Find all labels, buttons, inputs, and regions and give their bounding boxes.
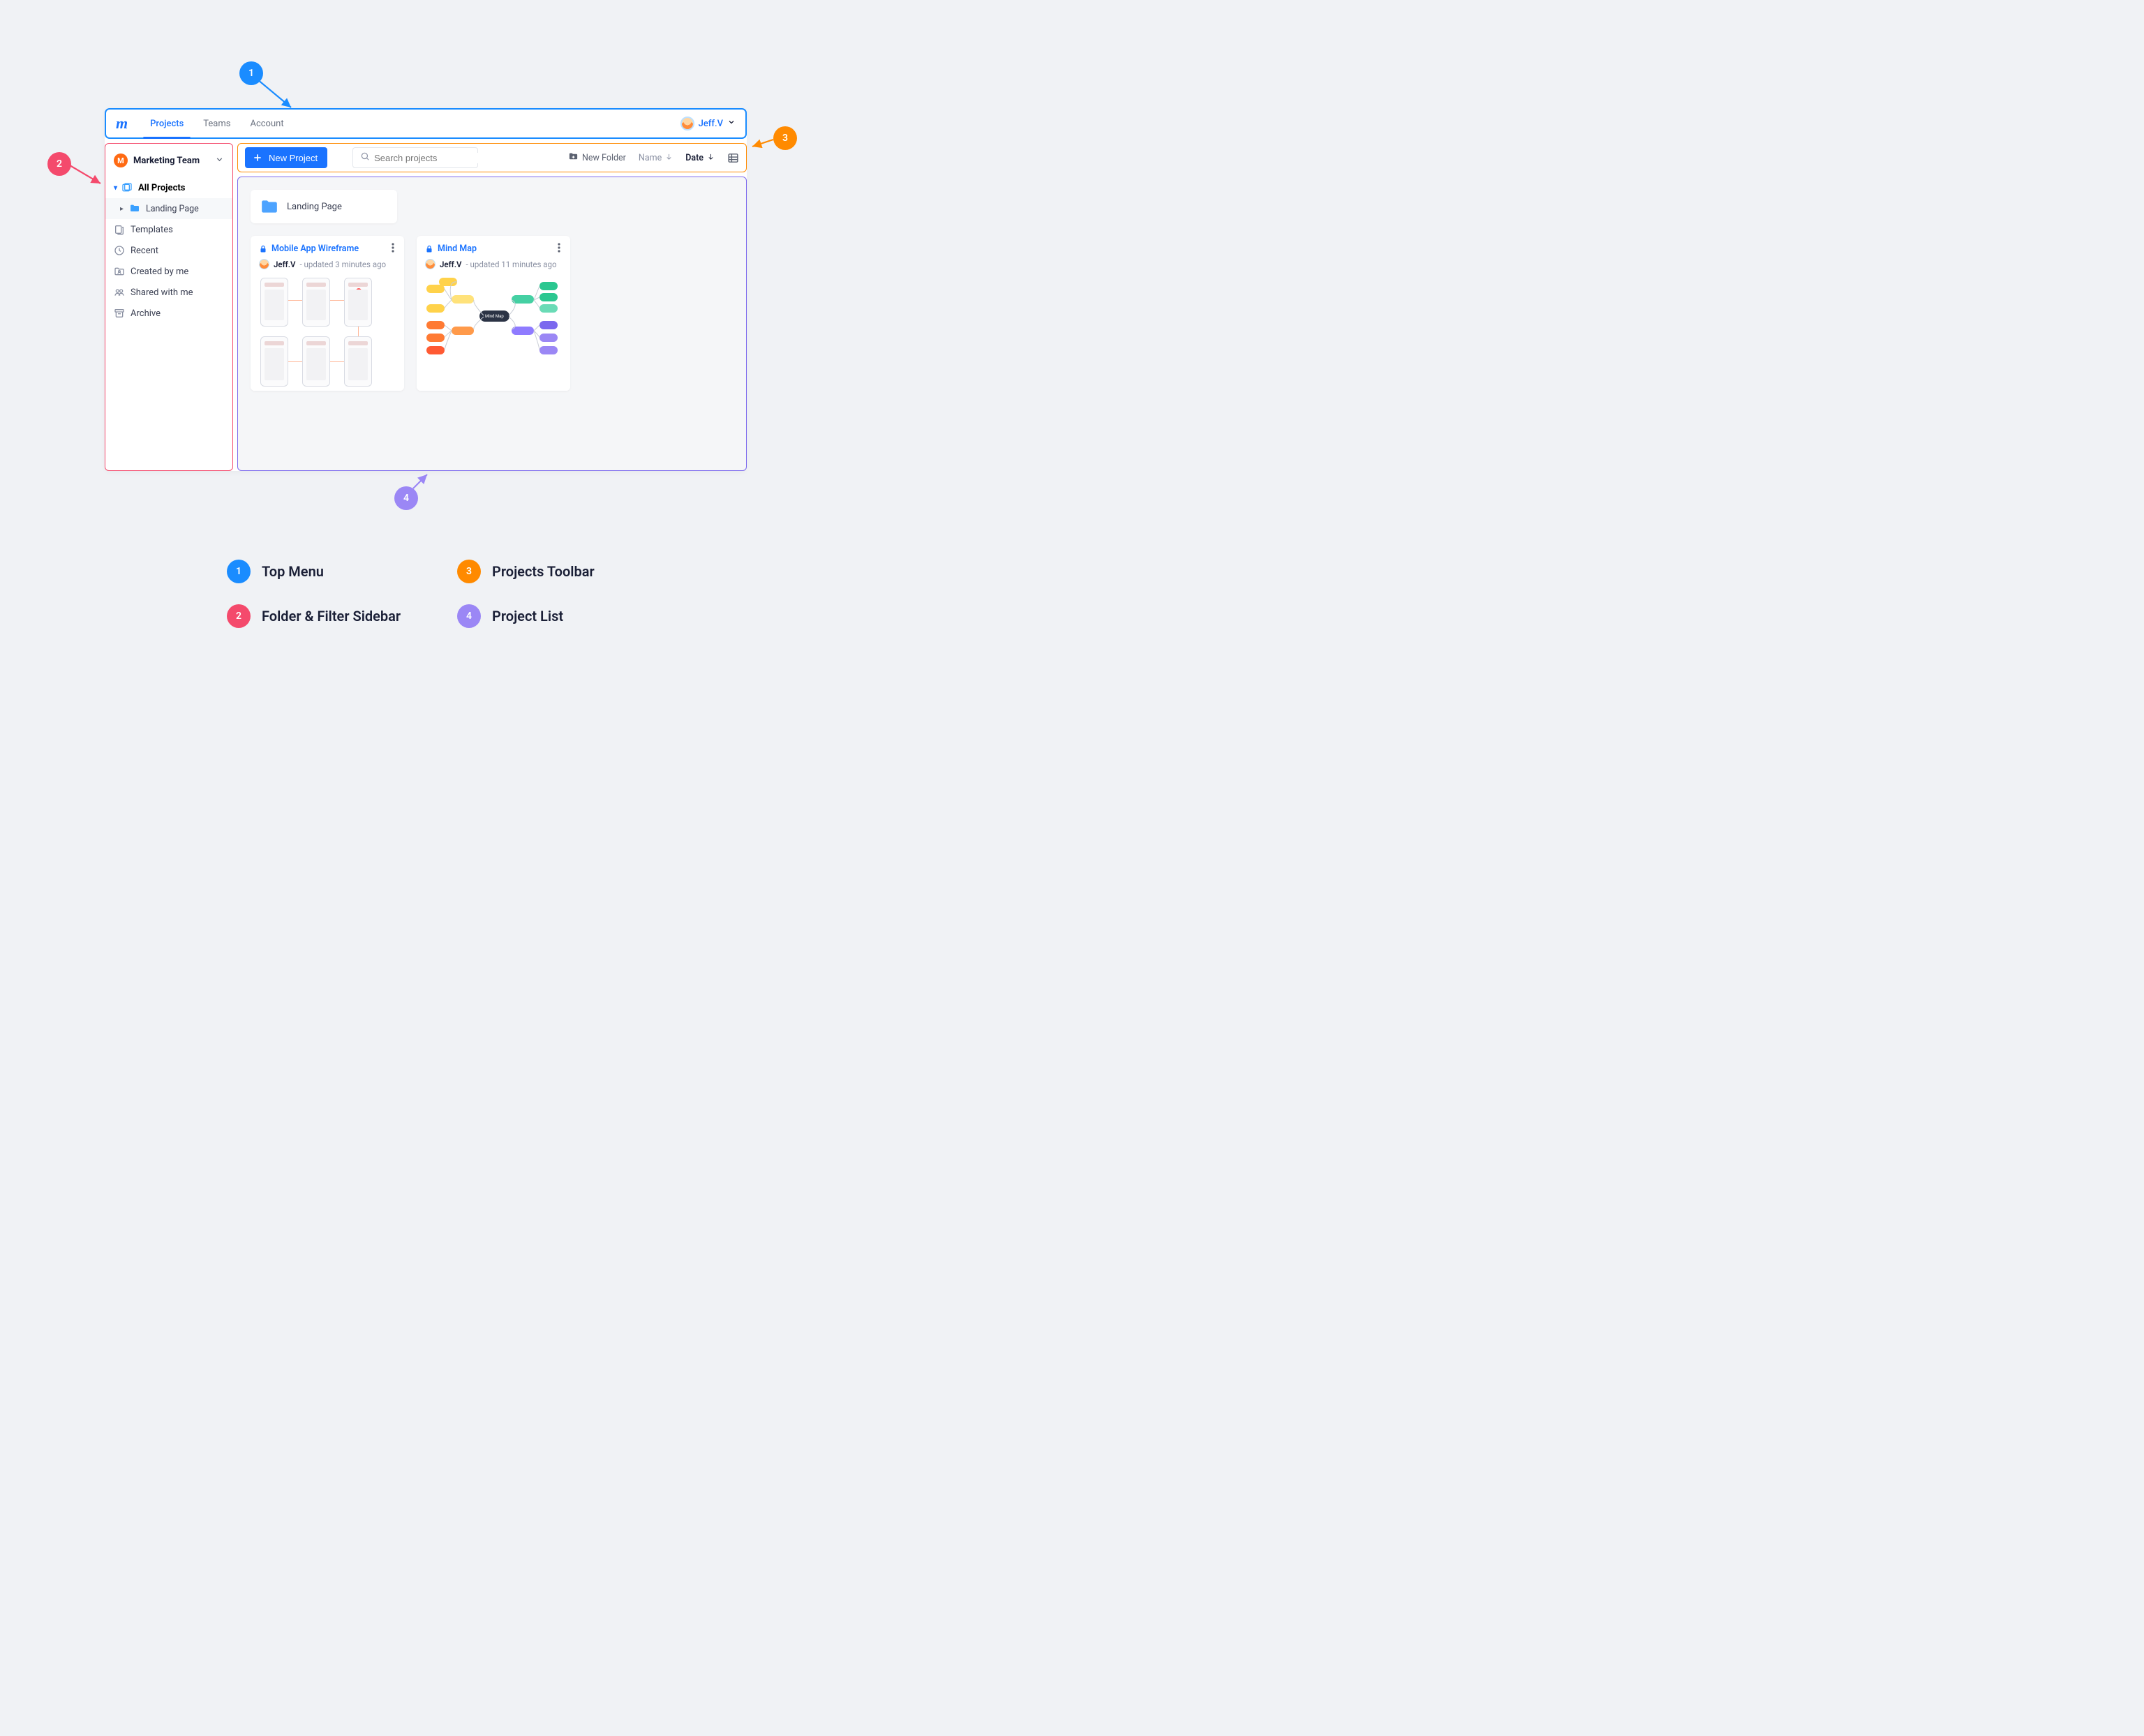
callout-badge-4: 4 [394,486,418,510]
arrow-down-icon [707,153,715,163]
legend-item-3: 3 Projects Toolbar [457,560,667,583]
landing-page-label: Landing Page [146,204,199,214]
search-input[interactable] [374,153,497,163]
card-updated: - updated 3 minutes ago [300,260,387,269]
more-menu-button[interactable] [556,243,562,255]
sidebar-item-shared-with-me[interactable]: Shared with me [105,282,232,303]
new-project-button[interactable]: New Project [245,147,327,168]
avatar [259,259,269,269]
arrow-to-topmenu [256,78,298,112]
team-name: Marketing Team [133,156,200,166]
sidebar-item-archive[interactable]: Archive [105,303,232,324]
arrow-to-sidebar [68,164,106,189]
legend-text-2: Folder & Filter Sidebar [262,608,401,624]
legend-item-1: 1 Top Menu [227,560,436,583]
legend-item-2: 2 Folder & Filter Sidebar [227,604,436,628]
legend-text-3: Projects Toolbar [492,563,595,580]
card-meta: Jeff.V - updated 3 minutes ago [259,259,396,269]
projects-toolbar: New Project New Folder [237,143,747,172]
legend-badge-3: 3 [457,560,481,583]
recent-label: Recent [131,246,158,256]
project-card-wireframe[interactable]: Mobile App Wireframe Jeff.V - updated 3 … [251,236,404,391]
sidebar-item-all-projects[interactable]: ▾ All Projects [105,177,232,198]
created-by-me-label: Created by me [131,267,188,277]
lock-icon [259,245,267,253]
sort-date-label: Date [685,153,704,163]
shared-with-me-label: Shared with me [131,287,193,298]
legend-badge-4: 4 [457,604,481,628]
card-title: Mobile App Wireframe [271,244,359,254]
sidebar-item-templates[interactable]: Templates [105,219,232,240]
list-view-toggle[interactable] [727,152,739,164]
more-menu-button[interactable] [390,243,396,255]
legend: 1 Top Menu 3 Projects Toolbar 2 Folder &… [227,560,667,628]
callout-badge-3: 3 [773,126,797,150]
team-badge: M [114,154,128,167]
sidebar-item-created-by-me[interactable]: Created by me [105,261,232,282]
card-updated: - updated 11 minutes ago [466,260,557,269]
card-thumbnail [251,272,404,391]
legend-text-4: Project List [492,608,563,624]
card-thumbnail: Mind Map [417,272,570,391]
folder-icon [129,203,140,214]
caret-down-icon: ▾ [114,184,117,192]
chevron-down-icon [215,155,224,167]
legend-badge-2: 2 [227,604,251,628]
new-folder-label: New Folder [582,153,626,163]
card-author: Jeff.V [274,260,296,269]
search-icon [360,151,370,164]
folder-name: Landing Page [287,202,342,212]
sort-name-label: Name [639,153,662,163]
sidebar-subitem-landing-page[interactable]: Landing Page [105,198,232,219]
tab-projects[interactable]: Projects [140,110,193,137]
user-name: Jeff.V [699,119,723,129]
plus-icon [252,152,263,163]
avatar [680,117,694,130]
card-author: Jeff.V [440,260,462,269]
templates-label: Templates [131,225,173,235]
project-list-area: Landing Page Mobile App Wireframe [237,177,747,471]
templates-icon [114,224,125,235]
sidebar-item-recent[interactable]: Recent [105,240,232,261]
new-project-label: New Project [269,153,318,163]
callout-badge-2: 2 [47,152,71,176]
sort-by-date[interactable]: Date [685,153,715,163]
user-menu[interactable]: Jeff.V [680,117,736,130]
right-column: New Project New Folder [237,143,747,471]
chevron-down-icon [727,118,736,129]
new-folder-button[interactable]: New Folder [568,151,626,165]
people-icon [114,287,125,298]
sort-by-name[interactable]: Name [639,153,673,163]
clock-icon [114,245,125,256]
folder-icon [260,199,278,214]
lock-icon [425,245,433,253]
tab-teams[interactable]: Teams [193,110,240,137]
arrow-to-toolbar [750,138,775,149]
legend-item-4: 4 Project List [457,604,667,628]
all-projects-label: All Projects [138,183,185,193]
folder-plus-icon [568,151,579,165]
search-box[interactable] [352,147,478,168]
legend-text-1: Top Menu [262,563,324,580]
archive-label: Archive [131,308,161,319]
projects-icon [121,182,133,193]
tab-account[interactable]: Account [240,110,293,137]
callout-badge-1: 1 [239,61,263,85]
top-menu: m Projects Teams Account Jeff.V [105,108,747,139]
card-title: Mind Map [438,244,477,254]
folder-card-landing-page[interactable]: Landing Page [251,190,397,223]
card-meta: Jeff.V - updated 11 minutes ago [425,259,562,269]
app-logo[interactable]: m [116,116,128,131]
app-window: m Projects Teams Account Jeff.V M Market… [105,108,747,471]
folder-person-icon [114,266,125,277]
folder-filter-sidebar: M Marketing Team ▾ All Projects Landing … [105,143,233,471]
arrow-down-icon [665,153,673,163]
archive-icon [114,308,125,319]
team-selector[interactable]: M Marketing Team [105,151,232,177]
avatar [425,259,436,269]
legend-badge-1: 1 [227,560,251,583]
project-card-mindmap[interactable]: Mind Map Jeff.V - updated 11 minutes ago [417,236,570,391]
